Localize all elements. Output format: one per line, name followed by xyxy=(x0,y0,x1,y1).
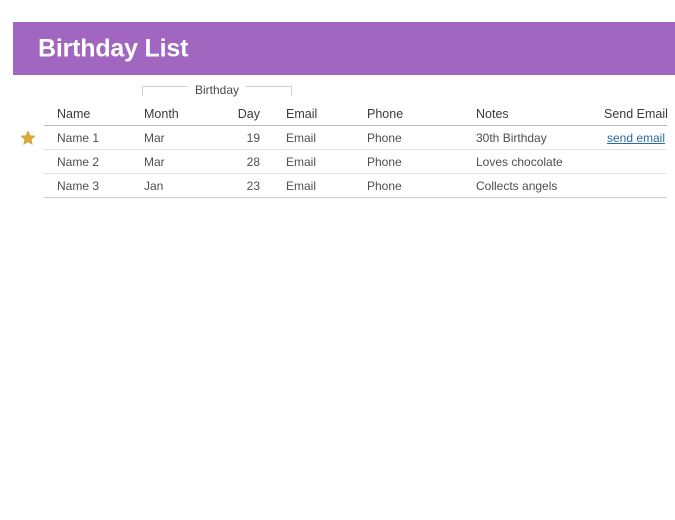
cell-email[interactable]: Email xyxy=(274,126,354,150)
cell-phone[interactable]: Phone xyxy=(354,174,464,198)
cell-name[interactable]: Name 1 xyxy=(44,126,144,150)
cell-notes[interactable]: Loves chocolate xyxy=(464,150,604,174)
cell-day[interactable]: 23 xyxy=(232,174,274,198)
cell-email[interactable]: Email xyxy=(274,174,354,198)
birthday-table-area: Birthday Name Month Day Email Phone Note… xyxy=(44,80,667,198)
cell-email[interactable]: Email xyxy=(274,150,354,174)
table-row[interactable]: Name 2 Mar 28 Email Phone Loves chocolat… xyxy=(44,150,667,174)
cell-day[interactable]: 28 xyxy=(232,150,274,174)
cell-month[interactable]: Mar xyxy=(144,126,232,150)
cell-send-email[interactable] xyxy=(604,174,667,198)
cell-notes[interactable]: Collects angels xyxy=(464,174,604,198)
column-header-day[interactable]: Day xyxy=(232,102,274,126)
cell-notes[interactable]: 30th Birthday xyxy=(464,126,604,150)
cell-name[interactable]: Name 3 xyxy=(44,174,144,198)
cell-phone[interactable]: Phone xyxy=(354,126,464,150)
cell-phone[interactable]: Phone xyxy=(354,150,464,174)
column-header-email[interactable]: Email xyxy=(274,102,354,126)
column-header-notes[interactable]: Notes xyxy=(464,102,604,126)
table-body: Name 1 Mar 19 Email Phone 30th Birthday … xyxy=(44,126,667,198)
birthday-list-page: Birthday List Birthday Name xyxy=(0,0,675,520)
cell-name[interactable]: Name 2 xyxy=(44,150,144,174)
title-banner: Birthday List xyxy=(13,22,675,75)
page-title: Birthday List xyxy=(38,34,188,63)
birthday-table: Name Month Day Email Phone Notes Send Em… xyxy=(44,102,667,198)
cell-send-email[interactable]: send email xyxy=(604,126,667,150)
star-icon[interactable] xyxy=(20,130,36,146)
table-row[interactable]: Name 3 Jan 23 Email Phone Collects angel… xyxy=(44,174,667,198)
table-header-row: Name Month Day Email Phone Notes Send Em… xyxy=(44,102,667,126)
column-header-send-email[interactable]: Send Email xyxy=(604,102,667,126)
table-header: Name Month Day Email Phone Notes Send Em… xyxy=(44,102,667,126)
group-header-row: Birthday xyxy=(44,80,667,102)
cell-month[interactable]: Jan xyxy=(144,174,232,198)
column-header-month[interactable]: Month xyxy=(144,102,232,126)
bracket-line-right xyxy=(246,86,292,96)
send-email-link[interactable]: send email xyxy=(607,131,665,145)
cell-day[interactable]: 19 xyxy=(232,126,274,150)
group-header-label: Birthday xyxy=(188,83,246,97)
cell-month[interactable]: Mar xyxy=(144,150,232,174)
bracket-line-left xyxy=(142,86,188,96)
cell-send-email[interactable] xyxy=(604,150,667,174)
column-header-name[interactable]: Name xyxy=(44,102,144,126)
birthday-group-bracket: Birthday xyxy=(142,81,292,101)
table-row[interactable]: Name 1 Mar 19 Email Phone 30th Birthday … xyxy=(44,126,667,150)
column-header-phone[interactable]: Phone xyxy=(354,102,464,126)
